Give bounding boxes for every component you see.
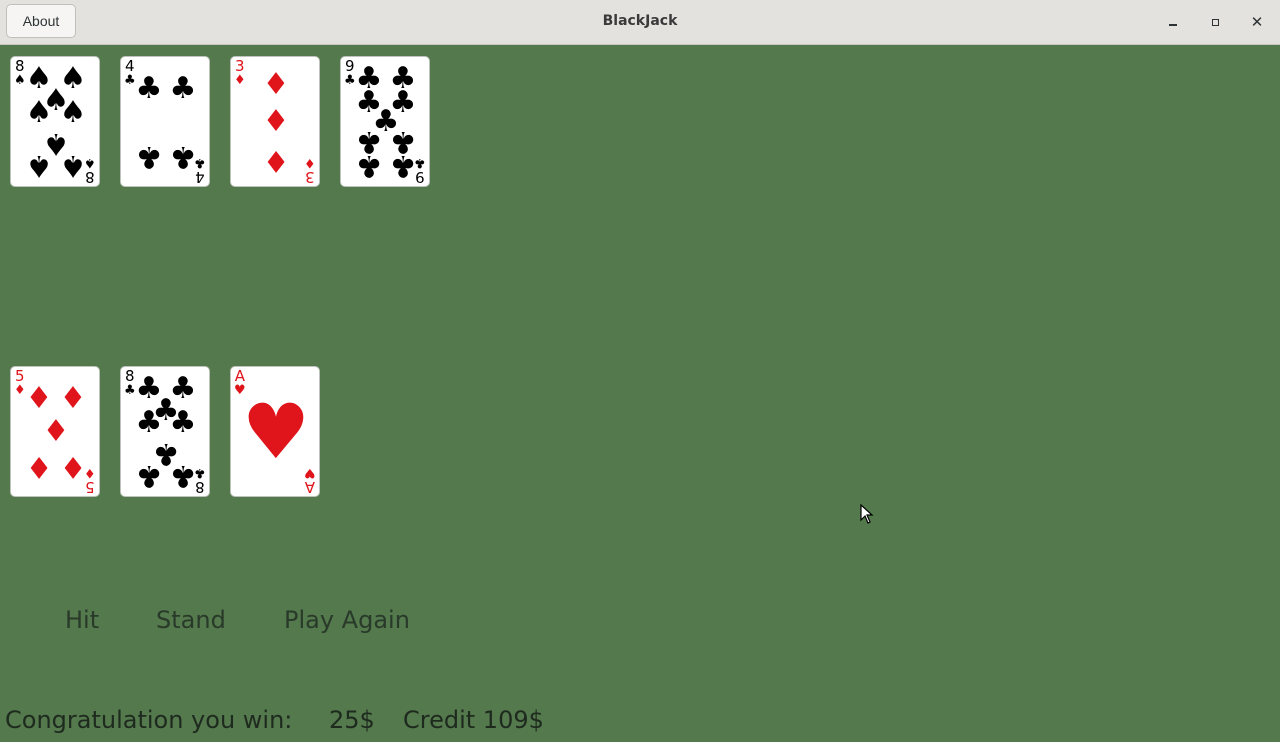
card-rank: 5: [85, 478, 95, 496]
card-pip-icon: ♦: [42, 414, 70, 449]
card-pip-icon: ♦: [262, 143, 290, 178]
card-corner-index: 8 ♠: [14, 57, 26, 88]
card-pip-icon: ♣: [135, 458, 163, 493]
card-rank: 9: [415, 168, 425, 186]
card-pip-icon: ♦: [25, 381, 53, 416]
card-corner-index: 3 ♦: [304, 155, 316, 186]
card-rank: 9: [345, 57, 355, 75]
dealer-card: 8 ♠ 8 ♠ ♠ ♠ ♠ ♠ ♠ ♠ ♠ ♠: [10, 56, 100, 187]
window-title: BlackJack: [602, 13, 678, 29]
card-rank: A: [305, 478, 316, 496]
win-amount: 25$: [329, 706, 375, 734]
stand-button[interactable]: Stand: [156, 606, 226, 634]
card-suit-icon: ♣: [124, 383, 136, 398]
card-pip-icon: ♦: [262, 67, 290, 102]
maximize-icon[interactable]: [1204, 11, 1226, 33]
card-rank: 5: [15, 367, 25, 385]
card-rank: 4: [125, 57, 135, 75]
card-corner-index: 9 ♣: [344, 57, 356, 88]
card-suit-icon: ♣: [124, 73, 136, 88]
dealer-card: 4 ♣ 4 ♣ ♣ ♣ ♣ ♣: [120, 56, 210, 187]
card-suit-icon: ♦: [234, 73, 246, 88]
card-rank: 3: [305, 168, 315, 186]
card-pip-icon: ♦: [59, 449, 87, 484]
card-pip-icon: ♥: [241, 387, 311, 476]
card-pip-icon: ♦: [262, 104, 290, 139]
card-pip-icon: ♣: [135, 139, 163, 174]
card-pip-icon: ♦: [25, 449, 53, 484]
card-pip-icon: ♠: [59, 148, 87, 183]
card-pip-icon: ♠: [25, 95, 53, 130]
card-pip-icon: ♣: [135, 405, 163, 440]
play-again-button[interactable]: Play Again: [284, 606, 410, 634]
card-pip-icon: ♣: [169, 139, 197, 174]
card-corner-index: 4 ♣: [124, 57, 136, 88]
card-rank: 3: [235, 57, 245, 75]
dealer-card: 9 ♣ 9 ♣ ♣ ♣ ♣ ♣ ♣ ♣ ♣ ♣ ♣: [340, 56, 430, 187]
card-pip-icon: ♣: [169, 458, 197, 493]
card-rank: 8: [85, 168, 95, 186]
title-bar: About BlackJack ✕: [0, 0, 1280, 45]
card-pip-icon: ♣: [169, 71, 197, 106]
hit-button[interactable]: Hit: [65, 606, 99, 634]
card-pip-icon: ♣: [169, 405, 197, 440]
card-rank: 8: [195, 478, 205, 496]
player-card: A ♥ A ♥ ♥: [230, 366, 320, 497]
credit-label: Credit 109$: [403, 706, 544, 734]
card-corner-index: 3 ♦: [234, 57, 246, 88]
player-card: 5 ♦ 5 ♦ ♦ ♦ ♦ ♦ ♦: [10, 366, 100, 497]
player-card: 8 ♣ 8 ♣ ♣ ♣ ♣ ♣ ♣ ♣ ♣ ♣: [120, 366, 210, 497]
card-suit-icon: ♣: [344, 73, 356, 88]
close-icon[interactable]: ✕: [1246, 11, 1268, 33]
dealer-card: 3 ♦ 3 ♦ ♦ ♦ ♦: [230, 56, 320, 187]
card-rank: 4: [195, 168, 205, 186]
card-pip-icon: ♣: [135, 71, 163, 106]
result-message: Congratulation you win:: [5, 706, 293, 734]
card-suit-icon: ♠: [14, 73, 26, 88]
card-suit-icon: ♦: [304, 155, 316, 170]
card-pip-icon: ♠: [59, 95, 87, 130]
card-suit-icon: ♦: [14, 383, 26, 398]
card-pip-icon: ♠: [25, 148, 53, 183]
mouse-cursor-icon: [860, 504, 874, 524]
card-rank: A: [234, 367, 245, 385]
card-rank: 8: [125, 367, 135, 385]
minimize-icon[interactable]: [1162, 11, 1184, 33]
card-pip-icon: ♣: [389, 148, 417, 183]
card-corner-index: 5 ♦: [14, 367, 26, 398]
card-rank: 8: [15, 57, 25, 75]
card-corner-index: 8 ♣: [124, 367, 136, 398]
card-pip-icon: ♣: [355, 148, 383, 183]
card-pip-icon: ♦: [59, 381, 87, 416]
